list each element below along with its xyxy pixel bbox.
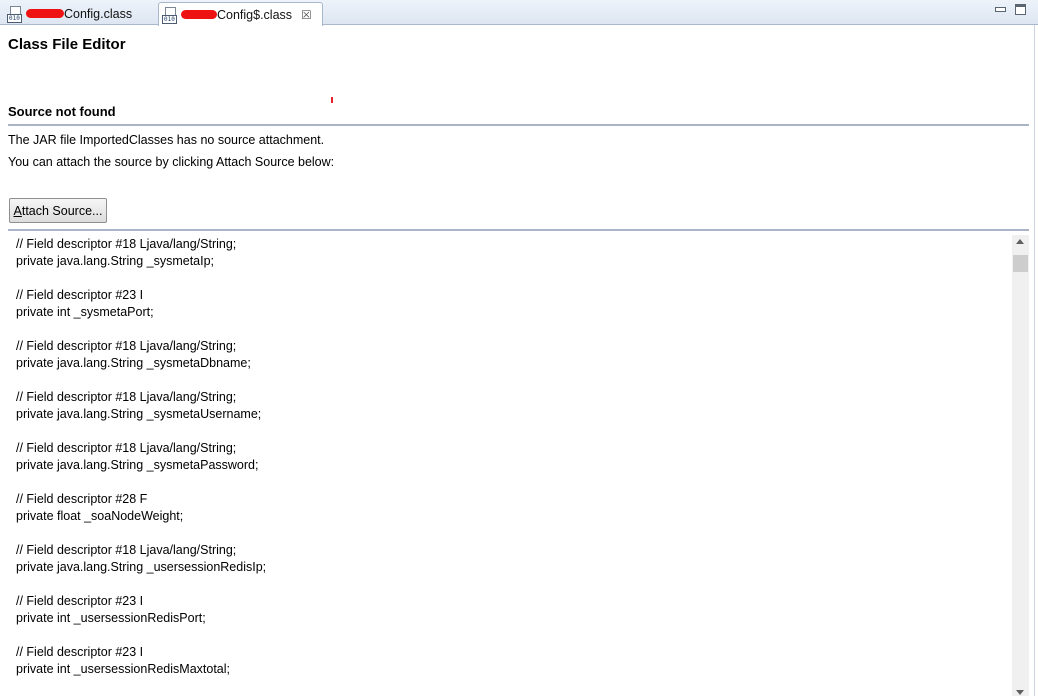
class-file-icon: 010 bbox=[162, 6, 178, 24]
code-line: private java.lang.String _sysmetaIp; bbox=[16, 254, 215, 268]
code-line: private int _usersessionRedisMaxtotal; bbox=[16, 662, 230, 676]
editor-title: Class File Editor bbox=[8, 36, 126, 53]
attach-source-label: ttach Source... bbox=[21, 203, 103, 218]
tab-config-dollar-class[interactable]: 010 Config$.class ☒ bbox=[158, 2, 323, 26]
scroll-up-arrow-icon[interactable] bbox=[1016, 239, 1024, 244]
code-line: // Field descriptor #18 Ljava/lang/Strin… bbox=[16, 390, 237, 404]
red-mark bbox=[331, 97, 333, 103]
minimize-icon[interactable] bbox=[994, 3, 1006, 14]
code-line: // Field descriptor #18 Ljava/lang/Strin… bbox=[16, 441, 237, 455]
code-line: // Field descriptor #28 F bbox=[16, 492, 148, 506]
redacted-text bbox=[26, 9, 64, 18]
code-line: // Field descriptor #23 I bbox=[16, 645, 144, 659]
code-line: // Field descriptor #18 Ljava/lang/Strin… bbox=[16, 543, 237, 557]
message-line-2: You can attach the source by clicking At… bbox=[8, 155, 335, 169]
maximize-icon[interactable] bbox=[1015, 4, 1026, 15]
window-controls bbox=[994, 3, 1026, 15]
disassembled-code-area[interactable]: // Field descriptor #18 Ljava/lang/Strin… bbox=[8, 234, 1012, 696]
code-divider bbox=[8, 229, 1029, 231]
code-line: // Field descriptor #18 Ljava/lang/Strin… bbox=[16, 237, 237, 251]
redacted-text bbox=[181, 10, 217, 19]
code-line: // Field descriptor #23 I bbox=[16, 594, 144, 608]
editor-tab-bar: 010 Config.class 010 Config$.class ☒ bbox=[0, 0, 1038, 26]
scroll-down-arrow-icon[interactable] bbox=[1016, 690, 1024, 695]
code-line: private java.lang.String _sysmetaPasswor… bbox=[16, 458, 259, 472]
vertical-scrollbar[interactable] bbox=[1012, 235, 1029, 696]
code-line: private float _soaNodeWeight; bbox=[16, 509, 184, 523]
close-icon[interactable]: ☒ bbox=[301, 8, 312, 22]
editor-border bbox=[1034, 25, 1035, 696]
code-line: private java.lang.String _sysmetaDbname; bbox=[16, 356, 251, 370]
code-line: private int _sysmetaPort; bbox=[16, 305, 154, 319]
attach-source-mnemonic: A bbox=[13, 203, 22, 218]
tab-label: Config$.class bbox=[217, 7, 293, 22]
section-divider bbox=[8, 124, 1029, 126]
code-line: private java.lang.String _usersessionRed… bbox=[16, 560, 267, 574]
code-line: private int _usersessionRedisPort; bbox=[16, 611, 206, 625]
code-line: // Field descriptor #23 I bbox=[16, 288, 144, 302]
scrollbar-thumb[interactable] bbox=[1013, 255, 1028, 272]
section-title: Source not found bbox=[8, 104, 116, 119]
attach-source-button[interactable]: Attach Source... bbox=[9, 198, 107, 223]
tab-label: Config.class bbox=[64, 6, 133, 21]
code-line: private java.lang.String _sysmetaUsernam… bbox=[16, 407, 262, 421]
tab-config-class[interactable]: 010 Config.class bbox=[4, 2, 158, 25]
class-file-icon: 010 bbox=[7, 5, 23, 23]
code-line: // Field descriptor #18 Ljava/lang/Strin… bbox=[16, 339, 237, 353]
message-line-1: The JAR file ImportedClasses has no sour… bbox=[8, 133, 325, 147]
